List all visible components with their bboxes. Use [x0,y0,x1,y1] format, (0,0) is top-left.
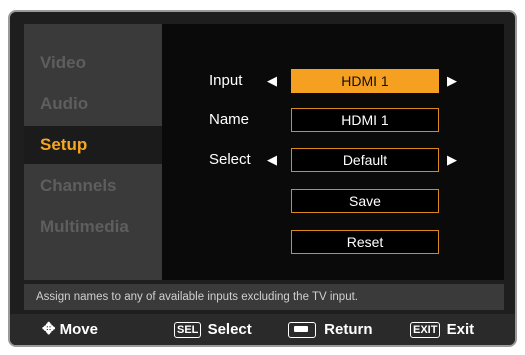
right-arrow-icon[interactable]: ▶ [447,69,457,93]
input-label: Input [209,72,243,89]
exit-label: Exit [446,321,475,338]
right-arrow-icon[interactable]: ▶ [447,148,457,172]
left-arrow-icon[interactable]: ◀ [267,69,277,93]
tv-frame: Video Audio Setup Channels Multimedia In… [0,0,525,355]
menu-item-audio[interactable]: Audio [24,85,162,123]
settings-panel: Input ◀ HDMI 1 ▶ Name HDMI 1 Select ◀ De… [162,24,504,280]
menu-item-channels[interactable]: Channels [24,167,162,205]
return-key-icon [288,322,316,339]
menu-item-setup[interactable]: Setup [24,126,162,164]
tv-osd-screen: Video Audio Setup Channels Multimedia In… [8,10,517,347]
select-hint: SEL Select [174,314,252,345]
move-hint: ✥ Move [42,314,98,345]
return-hint: Return [288,314,373,345]
select-label: Select [209,151,251,168]
sel-key-icon: SEL [174,322,202,339]
save-button[interactable]: Save [291,189,439,213]
move-label: Move [59,321,98,338]
return-label: Return [324,321,373,338]
reset-button[interactable]: Reset [291,230,439,254]
name-field[interactable]: HDMI 1 [291,108,439,132]
menu-item-multimedia[interactable]: Multimedia [24,208,162,246]
select-hint-label: Select [207,321,252,338]
left-arrow-icon[interactable]: ◀ [267,148,277,172]
help-text: Assign names to any of available inputs … [24,284,504,310]
exit-key-icon: EXIT [410,322,441,339]
sidebar-menu: Video Audio Setup Channels Multimedia [24,24,162,280]
select-selector[interactable]: Default [291,148,439,172]
exit-hint: EXIT Exit [410,314,474,345]
move-icon: ✥ [42,321,56,338]
key-guide-bar: ✥ Move SEL Select Return EXIT Exit [10,314,515,345]
name-label: Name [209,111,250,128]
input-selector[interactable]: HDMI 1 [291,69,439,93]
menu-item-video[interactable]: Video [24,44,162,82]
